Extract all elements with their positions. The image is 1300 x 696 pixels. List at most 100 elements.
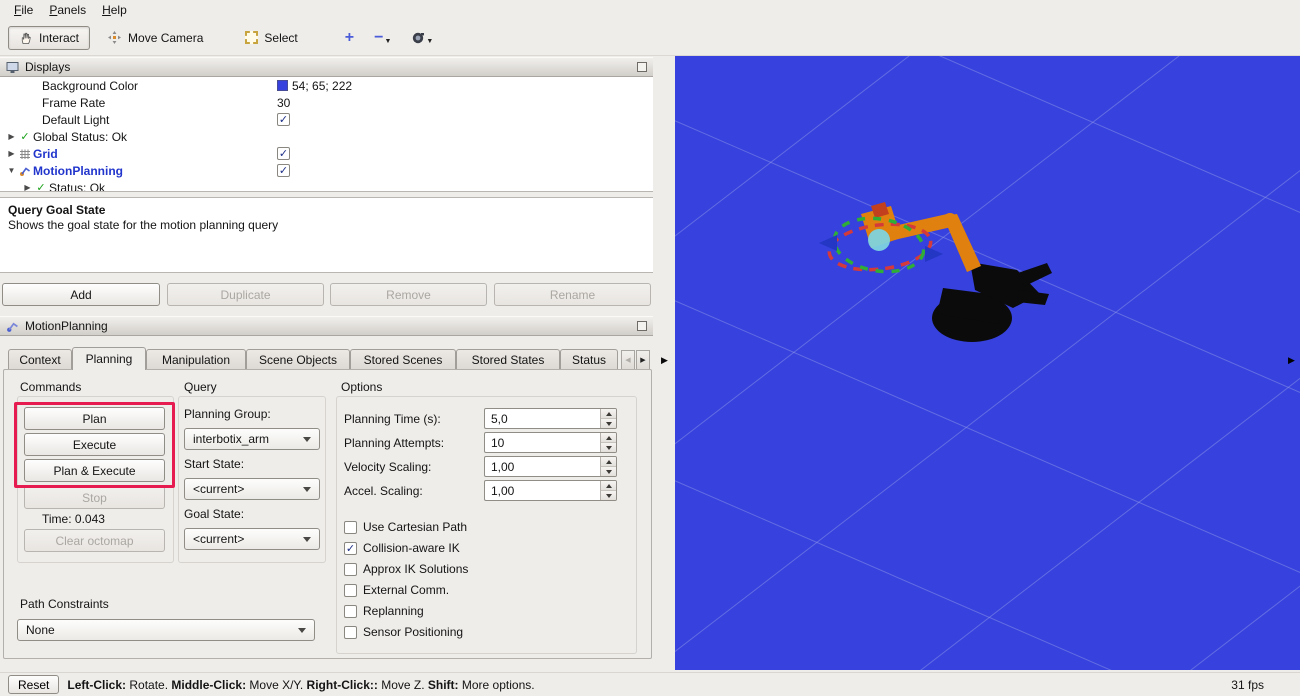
reset-button[interactable]: Reset <box>8 675 59 694</box>
external-comm-checkbox[interactable]: External Comm. <box>344 582 449 598</box>
planning-attempts-spinbox[interactable]: 10 <box>484 432 617 453</box>
motionplanning-panel-titlebar: MotionPlanning <box>0 316 653 336</box>
remove-tool-button[interactable]: − ▼ <box>368 29 397 47</box>
tree-row-background-color[interactable]: Background Color 54; 65; 222 <box>0 77 653 94</box>
menu-panels[interactable]: Panels <box>41 1 94 19</box>
checkbox-label: Collision-aware IK <box>363 541 460 555</box>
tab-scroll-left-button[interactable]: ◀ <box>621 350 635 370</box>
tree-row-global-status[interactable]: ▶ ✓ Global Status: Ok <box>0 128 653 145</box>
motionplanning-display-icon <box>17 165 33 177</box>
displays-icon <box>6 61 19 74</box>
tab-stored-states[interactable]: Stored States <box>456 349 560 370</box>
chevron-down-icon <box>303 487 311 492</box>
marker-sphere <box>868 229 890 251</box>
execute-button[interactable]: Execute <box>24 433 165 456</box>
viewport-resize-handle[interactable]: ▶ <box>1288 356 1295 365</box>
expander-icon[interactable]: ▶ <box>22 183 33 192</box>
spin-down-button[interactable] <box>601 467 616 476</box>
checkbox-box: ✓ <box>344 542 357 555</box>
move-camera-tool-button[interactable]: Move Camera <box>96 25 214 50</box>
velocity-scaling-spinbox[interactable]: 1,00 <box>484 456 617 477</box>
accel-scaling-spinbox[interactable]: 1,00 <box>484 480 617 501</box>
start-state-combobox[interactable]: <current> <box>184 478 320 500</box>
property-value[interactable]: 30 <box>277 96 290 110</box>
property-value[interactable]: 54; 65; 222 <box>277 79 352 93</box>
plus-icon: + <box>345 31 354 45</box>
viewport-background <box>675 56 1300 670</box>
sensor-positioning-checkbox[interactable]: Sensor Positioning <box>344 624 463 640</box>
tab-scroll-right-button[interactable]: ▶ <box>636 350 650 370</box>
property-value: ✓ <box>277 147 290 160</box>
tab-stored-scenes[interactable]: Stored Scenes <box>350 349 456 370</box>
spin-down-button[interactable] <box>601 491 616 500</box>
add-tool-button[interactable]: + <box>339 29 360 47</box>
select-tool-button[interactable]: Select <box>234 26 308 50</box>
focus-camera-tool-button[interactable]: ▼ <box>405 29 439 47</box>
checkbox-label: Replanning <box>363 604 424 618</box>
expander-icon[interactable]: ▶ <box>6 132 17 141</box>
add-display-button[interactable]: Add <box>2 283 160 306</box>
planning-time-spinbox[interactable]: 5,0 <box>484 408 617 429</box>
mouse-help-text: Left-Click: Rotate. Middle-Click: Move X… <box>67 678 534 692</box>
menu-bar: File Panels Help <box>0 0 1300 20</box>
collision-aware-ik-checkbox[interactable]: ✓ Collision-aware IK <box>344 540 460 556</box>
planning-group-combobox[interactable]: interbotix_arm <box>184 428 320 450</box>
hand-icon <box>19 31 33 45</box>
property-description: Query Goal State Shows the goal state fo… <box>0 197 653 273</box>
rviz-window: File Panels Help Interact Move Camera Se… <box>0 0 1300 696</box>
spin-up-button[interactable] <box>601 457 616 467</box>
panel-resize-handle[interactable]: ▶ <box>661 356 668 365</box>
tree-row-frame-rate[interactable]: Frame Rate 30 <box>0 94 653 111</box>
spin-up-button[interactable] <box>601 481 616 491</box>
tree-row-default-light[interactable]: Default Light ✓ <box>0 111 653 128</box>
checkbox-label: Use Cartesian Path <box>363 520 467 534</box>
checkbox-box <box>344 521 357 534</box>
tab-context[interactable]: Context <box>8 349 72 370</box>
tab-planning[interactable]: Planning <box>72 347 146 370</box>
expander-icon[interactable]: ▶ <box>6 149 17 158</box>
tab-status[interactable]: Status <box>560 349 618 370</box>
accel-scaling-label: Accel. Scaling: <box>344 484 423 498</box>
interact-tool-button[interactable]: Interact <box>8 26 90 50</box>
goal-state-combobox[interactable]: <current> <box>184 528 320 550</box>
tree-row-motionplanning[interactable]: ▼ MotionPlanning ✓ <box>0 162 653 179</box>
displays-panel-title: Displays <box>25 60 70 74</box>
status-bar: Reset Left-Click: Rotate. Middle-Click: … <box>0 672 1300 696</box>
3d-viewport[interactable] <box>675 56 1300 670</box>
menu-help[interactable]: Help <box>94 1 135 19</box>
chevron-down-icon: ▼ <box>384 38 391 45</box>
clear-octomap-button: Clear octomap <box>24 529 165 552</box>
path-constraints-combobox[interactable]: None <box>17 619 315 641</box>
menu-file[interactable]: File <box>6 1 41 19</box>
checkbox-box <box>344 584 357 597</box>
property-name: Default Light <box>42 113 109 127</box>
displays-tree: Background Color 54; 65; 222 Frame Rate … <box>0 77 653 192</box>
panel-float-button[interactable] <box>637 62 647 72</box>
motionplanning-enabled-checkbox[interactable]: ✓ <box>277 164 290 177</box>
tree-row-grid[interactable]: ▶ Grid ✓ <box>0 145 653 162</box>
path-constraints-title: Path Constraints <box>20 597 109 611</box>
plan-and-execute-button[interactable]: Plan & Execute <box>24 459 165 482</box>
minus-icon: − <box>374 31 383 45</box>
checkbox-label: Approx IK Solutions <box>363 562 468 576</box>
use-cartesian-path-checkbox[interactable]: Use Cartesian Path <box>344 519 467 535</box>
chevron-down-icon <box>303 537 311 542</box>
plan-button[interactable]: Plan <box>24 407 165 430</box>
grid-enabled-checkbox[interactable]: ✓ <box>277 147 290 160</box>
tree-row-status[interactable]: ▶ ✓ Status: Ok <box>0 179 653 192</box>
spin-down-button[interactable] <box>601 419 616 428</box>
spin-up-button[interactable] <box>601 433 616 443</box>
property-name: Global Status: Ok <box>33 130 127 144</box>
move-camera-tool-label: Move Camera <box>128 31 203 45</box>
approx-ik-solutions-checkbox[interactable]: Approx IK Solutions <box>344 561 468 577</box>
tab-manipulation[interactable]: Manipulation <box>146 349 246 370</box>
tab-scene-objects[interactable]: Scene Objects <box>246 349 350 370</box>
replanning-checkbox[interactable]: Replanning <box>344 603 424 619</box>
chevron-down-icon <box>303 437 311 442</box>
spin-down-button[interactable] <box>601 443 616 452</box>
panel-float-button[interactable] <box>637 321 647 331</box>
spin-up-button[interactable] <box>601 409 616 419</box>
expander-icon[interactable]: ▼ <box>6 166 17 175</box>
chevron-down-icon <box>298 628 306 633</box>
default-light-checkbox[interactable]: ✓ <box>277 113 290 126</box>
